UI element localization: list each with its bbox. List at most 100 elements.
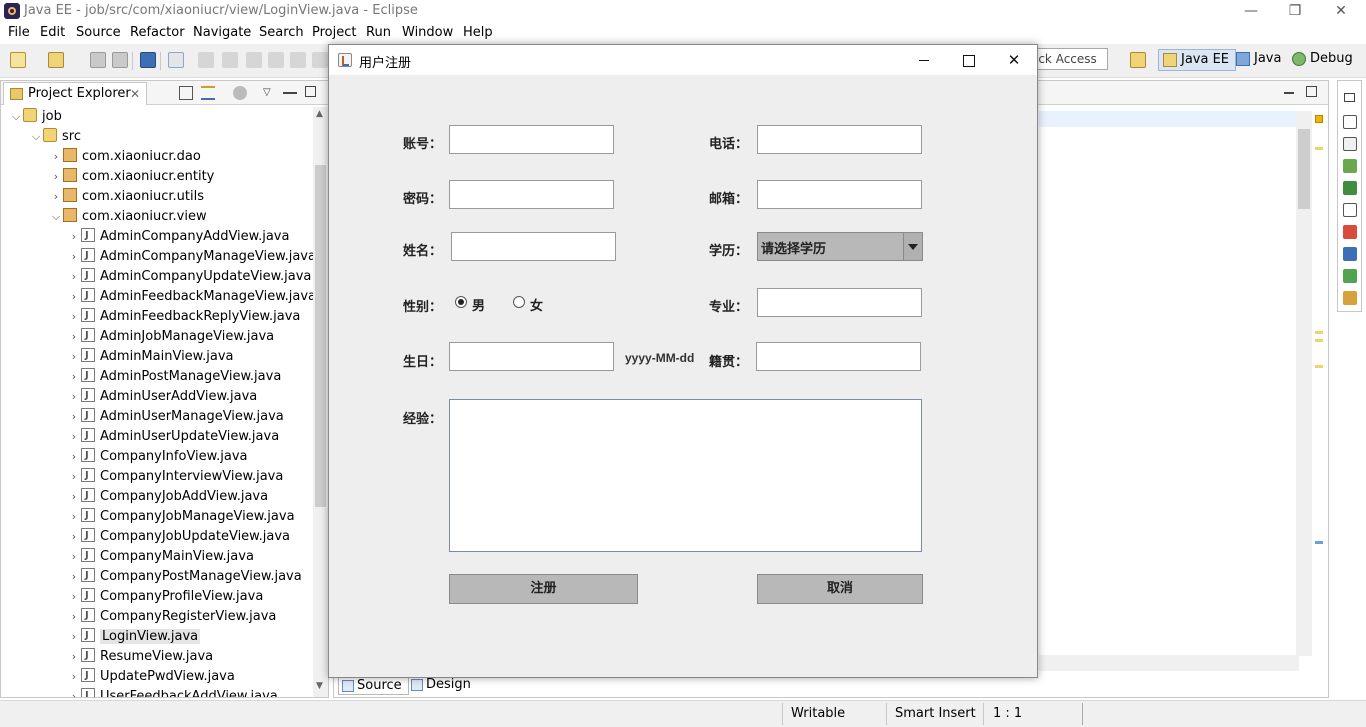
tree-java-file-selected[interactable]: › LoginView.java [67,626,201,647]
terminate-icon[interactable] [246,52,262,68]
minimize-view-icon[interactable] [283,86,297,94]
major-field[interactable] [757,288,922,317]
chevron-right-icon[interactable]: › [67,407,81,427]
link-with-editor-icon[interactable] [201,86,215,100]
ruler-annotation[interactable] [1315,147,1323,150]
code-editor[interactable] [1039,111,1299,656]
console-icon[interactable] [140,52,156,68]
gender-male-radio[interactable] [455,296,467,308]
tree-java-file[interactable]: › CompanyRegisterView.java [67,606,277,627]
experience-textarea[interactable] [449,399,922,552]
tree-package[interactable]: ⌵ com.xiaoniucr.view [49,207,207,227]
tree-java-file[interactable]: › CompanyProfileView.java [67,586,264,607]
menu-project[interactable]: Project [312,25,356,40]
phone-field[interactable] [757,125,922,154]
email-field[interactable] [757,180,922,209]
tab-project-explorer[interactable]: Project Explorer ✕ [3,82,147,105]
save-all-icon[interactable] [112,52,128,68]
dialog-maximize-button[interactable] [945,45,991,75]
menu-help[interactable]: Help [463,25,493,40]
window-restore-button[interactable]: ❐ [1272,2,1318,20]
snippets-icon[interactable] [1343,291,1357,305]
new-project-icon[interactable] [48,52,64,68]
ruler-annotation[interactable] [1315,331,1323,334]
scrollbar-thumb[interactable] [1298,129,1310,209]
education-select[interactable]: 请选择学历 [757,232,923,261]
gender-female-radio[interactable] [513,296,525,308]
tree-java-file[interactable]: › AdminUserUpdateView.java [67,426,279,447]
ruler-annotation[interactable] [1315,339,1323,342]
tree-java-file[interactable]: › CompanyJobAddView.java [67,486,268,507]
tree-java-file[interactable]: › CompanyJobUpdateView.java [67,526,290,547]
chevron-right-icon[interactable]: › [67,287,81,307]
menu-file[interactable]: File [8,25,30,40]
chevron-right-icon[interactable]: › [67,567,81,587]
password-field[interactable] [449,180,614,209]
menu-run[interactable]: Run [366,25,391,40]
scroll-down-icon[interactable]: ▼ [316,681,323,691]
tab-design[interactable]: Design [408,675,477,695]
chevron-right-icon[interactable]: › [67,467,81,487]
menu-window[interactable]: Window [402,25,453,40]
tree-package[interactable]: › com.xiaoniucr.entity [49,167,214,187]
chevron-right-icon[interactable]: › [67,647,81,667]
scroll-up-icon[interactable]: ▲ [316,109,323,119]
open-perspective-icon[interactable] [1130,52,1146,68]
suspend-icon[interactable] [222,52,238,68]
tree-package[interactable]: › com.xiaoniucr.dao [49,147,201,167]
step-into-icon[interactable] [290,52,306,68]
chevron-down-icon[interactable]: ⌵ [49,207,63,227]
tree-java-file[interactable]: › UpdatePwdView.java [67,666,235,687]
account-field[interactable] [449,125,614,154]
chevron-right-icon[interactable]: › [67,607,81,627]
tree-java-file[interactable]: › ResumeView.java [67,646,213,667]
menu-source[interactable]: Source [76,25,121,40]
minimize-editor-icon[interactable] [1284,86,1294,94]
chevron-right-icon[interactable]: › [67,347,81,367]
cancel-button[interactable]: 取消 [757,574,923,604]
tree-java-file[interactable]: › CompanyMainView.java [67,546,254,567]
birthday-field[interactable] [449,342,614,371]
tree-java-file[interactable]: › AdminMainView.java [67,346,234,367]
close-icon[interactable]: ✕ [130,83,140,105]
perspective-java-ee[interactable]: Java EE [1158,49,1237,71]
chevron-right-icon[interactable]: › [67,687,81,697]
tree-java-file[interactable]: › CompanyInfoView.java [67,446,248,467]
tree-java-file[interactable]: › AdminJobManageView.java [67,326,274,347]
menu-edit[interactable]: Edit [40,25,65,40]
perspective-debug[interactable]: Debug [1288,49,1359,71]
tree-java-file[interactable]: › AdminCompanyUpdateView.java [67,266,312,287]
chevron-right-icon[interactable]: › [67,507,81,527]
chevron-right-icon[interactable]: › [67,367,81,387]
chevron-right-icon[interactable]: › [49,187,63,207]
step-over-icon[interactable] [312,52,328,68]
tree-java-file[interactable]: › AdminUserManageView.java [67,406,284,427]
tree-java-file[interactable]: › AdminFeedbackReplyView.java [67,306,301,327]
ruler-annotation[interactable] [1315,365,1323,368]
chevron-right-icon[interactable]: › [49,147,63,167]
scrollbar-thumb[interactable] [315,165,326,507]
tree-java-file[interactable]: › AdminPostManageView.java [67,366,282,387]
console-view-icon[interactable] [1343,247,1357,261]
tree-java-file[interactable]: › UserFeedbackAddView.java [67,686,278,697]
restore-icon[interactable] [1344,93,1355,102]
tree-project-job[interactable]: ⌵ job [9,107,62,127]
project-explorer-scrollbar[interactable]: ▲ ▼ [313,107,328,697]
tree-java-file[interactable]: › AdminFeedbackManageView.java [67,286,313,307]
tree-package[interactable]: › com.xiaoniucr.utils [49,187,204,207]
chevron-right-icon[interactable]: › [67,427,81,447]
warning-marker-icon[interactable] [1315,115,1323,123]
tree-java-file[interactable]: › AdminCompanyManageView.java [67,246,313,267]
chevron-right-icon[interactable]: › [67,447,81,467]
dialog-minimize-button[interactable] [901,45,947,75]
skip-breakpoints-icon[interactable] [168,52,184,68]
register-button[interactable]: 注册 [449,574,638,604]
chevron-down-icon[interactable]: ⌵ [9,107,23,127]
editor-vertical-scrollbar[interactable] [1296,111,1312,656]
menu-search[interactable]: Search [259,25,304,40]
palette-icon[interactable] [1343,159,1357,173]
dialog-close-button[interactable]: ✕ [991,45,1037,75]
tab-source[interactable]: Source [338,675,409,695]
window-close-button[interactable]: ✕ [1318,2,1364,20]
new-icon[interactable] [10,52,26,68]
